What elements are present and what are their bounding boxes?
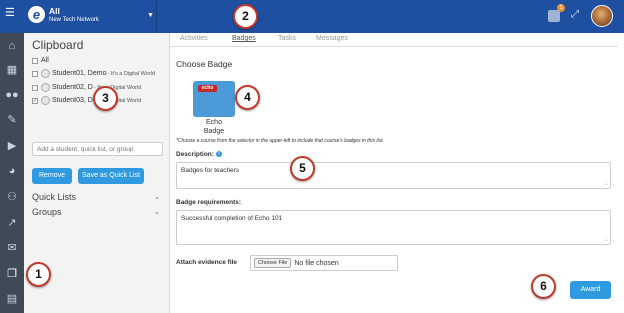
network-name: New Tech Network — [49, 17, 99, 23]
people-icon[interactable]: ●● — [4, 88, 20, 102]
resize-handle-icon[interactable]: ∟ — [604, 238, 609, 243]
requirements-value: Successful completion of Echo 101 — [181, 215, 283, 222]
choose-file-button[interactable]: Choose File — [254, 258, 292, 268]
callout-marker: 1 — [26, 262, 51, 287]
clipboard-icon[interactable]: ❐ — [4, 267, 20, 281]
play-icon[interactable]: ▶ — [4, 139, 20, 153]
student-name: Student03, D — [52, 97, 93, 104]
description-field[interactable]: Badges for teachers ∟ — [176, 162, 611, 189]
quick-lists-toggle[interactable]: Quick Lists — [32, 192, 76, 202]
description-value: Badges for teachers — [181, 167, 240, 174]
notification-icon[interactable] — [548, 10, 560, 22]
student-row[interactable]: Student02, D - It's a Digital World — [32, 82, 141, 93]
callout-marker: 4 — [235, 85, 260, 110]
choose-badge-heading: Choose Badge — [176, 59, 233, 69]
dropdown-caret-icon[interactable]: ▼ — [147, 12, 154, 19]
badge-hint: *Choose a course from the selector in th… — [176, 138, 384, 144]
tab-tasks[interactable]: Tasks — [278, 35, 296, 42]
calendar-icon[interactable]: ▦ — [4, 63, 20, 77]
app-logo: e — [28, 6, 45, 23]
tab-messages[interactable]: Messages — [316, 35, 348, 42]
evidence-label: Attach evidence file — [176, 259, 238, 266]
select-all-row[interactable]: All — [32, 55, 49, 66]
requirements-field[interactable]: Successful completion of Echo 101 ∟ — [176, 210, 611, 245]
badge-logo: echo — [198, 85, 217, 92]
mail-icon[interactable]: ✉ — [4, 241, 20, 255]
student-row[interactable]: ✓ Student03, D - It's a Digital World — [32, 95, 141, 106]
top-bar: ☰ e All New Tech Network ▼ 1 ⤢ — [0, 0, 624, 33]
divider — [156, 0, 157, 33]
student-checkbox-checked[interactable]: ✓ — [32, 97, 38, 104]
badge-tile[interactable]: echo — [193, 81, 235, 117]
requirements-label: Badge requirements: — [176, 199, 242, 206]
badge-name-line: Echo — [206, 119, 222, 126]
student-name: Student02, D — [52, 84, 93, 91]
course-name: All — [49, 6, 60, 16]
avatar — [41, 83, 50, 92]
badge-name-line: Badge — [203, 128, 225, 135]
groups-toggle[interactable]: Groups — [32, 207, 62, 217]
clipboard-title: Clipboard — [32, 38, 84, 52]
add-student-input[interactable] — [32, 142, 163, 156]
home-icon[interactable]: ⌂ — [4, 39, 20, 53]
student-org: - It's a Digital World — [107, 70, 155, 77]
select-all-checkbox[interactable] — [32, 57, 38, 64]
main-content: Activities Badges Tasks Messages Choose … — [170, 33, 624, 313]
callout-marker: 2 — [233, 4, 258, 29]
file-status: No file chosen — [294, 259, 339, 267]
menu-icon[interactable]: ☰ — [5, 7, 17, 19]
callout-marker: 6 — [531, 274, 556, 299]
edit-icon[interactable]: ✎ — [4, 113, 20, 127]
tab-badges[interactable]: Badges — [232, 35, 256, 42]
accessibility-icon[interactable]: ⚇ — [4, 190, 20, 204]
avatar — [41, 96, 50, 105]
notification-count-badge: 1 — [557, 4, 565, 12]
tab-activities[interactable]: Activities — [180, 35, 208, 42]
select-all-label: All — [41, 57, 49, 64]
chevron-down-icon[interactable]: ⌄ — [154, 208, 160, 216]
student-checkbox[interactable] — [32, 70, 38, 77]
tab-bar: Activities Badges Tasks Messages — [170, 33, 618, 47]
info-icon[interactable]: i — [215, 151, 222, 157]
dashboard-icon[interactable]: ◕ — [4, 164, 20, 178]
description-label: Description: i — [176, 151, 222, 158]
list-icon[interactable]: ▤ — [4, 292, 20, 306]
save-quick-list-button[interactable]: Save as Quick List — [78, 168, 144, 184]
chevron-down-icon[interactable]: ⌄ — [154, 193, 160, 201]
avatar — [41, 69, 50, 78]
resize-handle-icon[interactable]: ∟ — [604, 182, 609, 187]
evidence-file-input[interactable]: Choose File No file chosen — [250, 255, 398, 271]
icon-sidebar: ⌂ ▦ ●● ✎ ▶ ◕ ⚇ ↗ ✉ ❐ ▤ — [0, 33, 24, 313]
callout-marker: 3 — [93, 86, 118, 111]
student-row[interactable]: Student01, Demo - It's a Digital World — [32, 68, 155, 79]
remove-button[interactable]: Remove — [32, 168, 72, 184]
award-button[interactable]: Award — [570, 281, 611, 299]
badge-name: Echo Badge — [193, 118, 235, 136]
student-name: Student01, Demo — [52, 70, 107, 77]
avatar[interactable] — [591, 5, 613, 27]
chart-icon[interactable]: ↗ — [4, 216, 20, 230]
course-selector[interactable]: All New Tech Network — [49, 6, 99, 24]
expand-icon[interactable]: ⤢ — [571, 9, 579, 20]
student-checkbox[interactable] — [32, 84, 38, 91]
description-label-text: Description: — [176, 151, 214, 158]
callout-marker: 5 — [290, 156, 315, 181]
